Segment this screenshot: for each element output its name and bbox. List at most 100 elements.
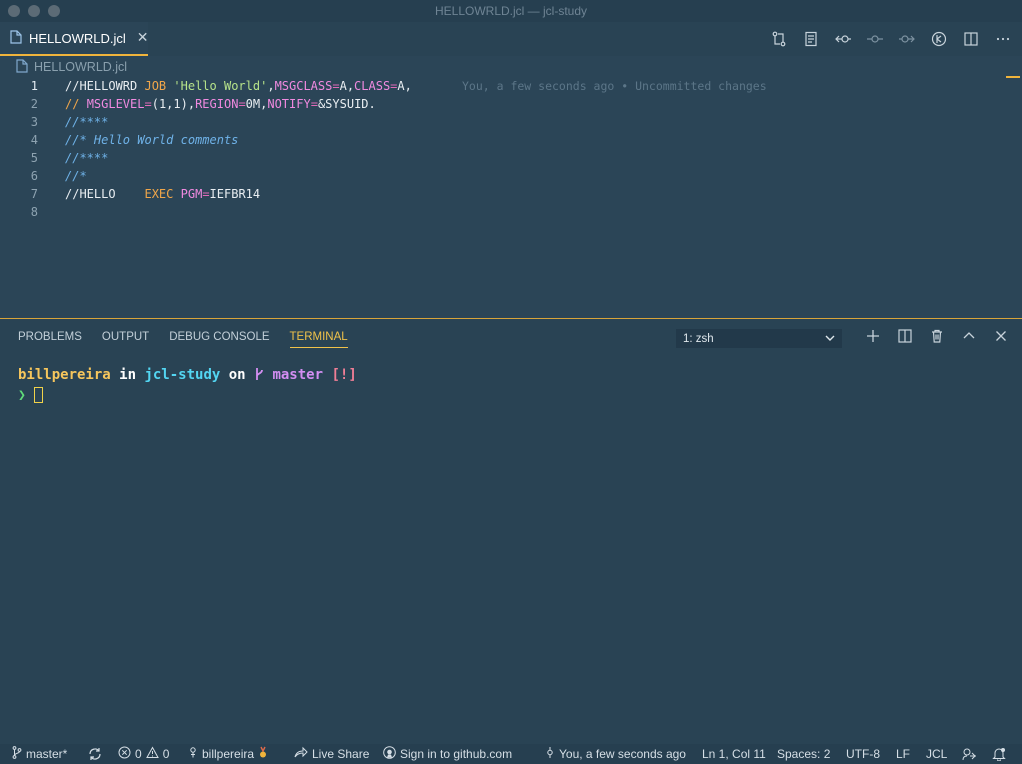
code-line[interactable]: 2// MSGLEVEL=(1,1),REGION=0M,NOTIFY=&SYS… [0,95,1022,113]
panel-actions [864,327,1010,345]
code-token: //HELLO [65,187,145,201]
breadcrumb[interactable]: HELLOWRLD.jcl [16,58,127,76]
panel-tab-problems[interactable]: PROBLEMS [18,331,82,348]
encoding-status[interactable]: UTF-8 [846,744,880,764]
commit-icon[interactable] [866,30,884,48]
code-token: = [332,79,340,93]
window-controls[interactable] [8,5,60,17]
status-branch[interactable]: master* [12,744,67,764]
line-number: 3 [30,115,38,129]
terminal-prompt-line[interactable]: billpereira in jcl-study on master [!] [18,367,357,383]
feedback-icon[interactable] [962,744,977,764]
terminal-on: on [220,367,255,383]
code-line[interactable]: 8 [0,203,1022,221]
live-share-label: Live Share [312,747,370,761]
code-line[interactable]: 6 //* [0,167,1022,185]
warning-icon [145,746,159,762]
code-token: 0M, [245,97,268,111]
account-name: billpereira [202,747,255,761]
close-panel-icon[interactable] [992,327,1010,345]
terminal-input-line[interactable]: ❯ [18,387,43,403]
sync-icon[interactable] [88,744,102,764]
status-branch-label: master* [26,747,68,761]
code-token: (1,1), [151,97,196,111]
code-token: A, [397,79,412,93]
code-token: //**** [65,115,109,129]
code-token: //* Hello World comments [65,133,239,147]
file-icon [10,29,22,48]
problems-status[interactable]: 0 0 [118,744,169,764]
code-line[interactable]: 5 //**** [0,149,1022,167]
editor-tab[interactable]: HELLOWRLD.jcl ✕ [0,22,149,56]
terminal-prompt-arrow: ❯ [18,387,26,403]
code-text: //HELLO EXEC PGM=IEFBR14 [65,187,260,201]
maximize-window-button[interactable] [48,5,60,17]
minimize-window-button[interactable] [28,5,40,17]
code-token: A, [339,79,355,93]
tab-label: HELLOWRLD.jcl [29,30,126,46]
status-bar: master* 0 0 billpereira Live Share Sign … [0,744,1022,764]
split-editor-icon[interactable] [962,30,980,48]
close-window-button[interactable] [8,5,20,17]
terminal-status: [!] [323,367,357,383]
code-token: //**** [65,151,109,165]
tab-bar: HELLOWRLD.jcl ✕ [0,22,1022,56]
account-status[interactable]: billpereira [188,744,268,764]
more-actions-icon[interactable] [994,30,1012,48]
language-status[interactable]: JCL [926,744,947,764]
code-editor[interactable]: 1//HELLOWRD JOB 'Hello World',MSGCLASS=A… [0,76,1022,318]
code-line[interactable]: 1//HELLOWRD JOB 'Hello World',MSGCLASS=A… [0,77,1022,95]
notifications-bell-icon[interactable] [992,744,1006,764]
code-token: &SYSUID. [317,97,376,111]
inline-blame: You, a few seconds ago • Uncommitted cha… [462,79,767,93]
error-icon [118,746,131,762]
bottom-panel: PROBLEMS OUTPUT DEBUG CONSOLE TERMINAL 1: z… [0,318,1022,744]
line-number: 6 [30,169,38,183]
new-terminal-icon[interactable] [864,327,882,345]
compare-changes-icon[interactable] [770,30,788,48]
next-revision-icon[interactable] [898,30,916,48]
eol-status[interactable]: LF [896,744,910,764]
code-token: //* [65,169,87,183]
terminal-select[interactable]: 1: zsh [676,329,842,348]
breadcrumb-file[interactable]: HELLOWRLD.jcl [34,60,127,74]
code-line[interactable]: 3 //**** [0,113,1022,131]
line-number: 8 [30,205,38,219]
terminal-in: in [110,367,145,383]
panel-tab-output[interactable]: OUTPUT [102,331,149,348]
previous-revision-icon[interactable] [834,30,852,48]
live-share-icon [294,746,308,762]
indentation-status[interactable]: Spaces: 2 [777,744,830,764]
code-text: //* [65,169,87,183]
panel-tab-terminal[interactable]: TERMINAL [289,331,348,348]
line-number: 5 [30,151,38,165]
code-token: // [65,97,80,111]
code-text: //HELLOWRD JOB 'Hello World',MSGCLASS=A,… [65,79,412,93]
chevron-up-icon[interactable] [960,327,978,345]
cursor-position[interactable]: Ln 1, Col 11 [702,744,766,764]
close-icon[interactable]: ✕ [137,30,149,46]
panel-tab-debug-console[interactable]: DEBUG CONSOLE [169,331,269,348]
github-signin-button[interactable]: Sign in to github.com [383,744,512,764]
chevron-down-icon [824,331,836,348]
code-token: REGION [195,97,239,111]
code-line[interactable]: 4 //* Hello World comments [0,131,1022,149]
code-text: //* Hello World comments [65,133,238,147]
github-label: Sign in to github.com [400,747,513,761]
window-title: HELLOWRLD.jcl — jcl-study [434,4,588,18]
code-token: , [267,79,275,93]
code-line[interactable]: 7 //HELLO EXEC PGM=IEFBR14 [0,185,1022,203]
open-preview-icon[interactable] [802,30,820,48]
git-lens-icon[interactable] [930,30,948,48]
file-icon [16,58,28,76]
line-number: 7 [30,187,38,201]
line-number: 4 [30,133,38,147]
terminal-user: billpereira [18,367,111,383]
split-terminal-icon[interactable] [896,327,914,345]
live-share-button[interactable]: Live Share [294,744,369,764]
code-token: //HELLOWRD [65,79,145,93]
blame-status[interactable]: You, a few seconds ago [545,744,686,764]
trash-icon[interactable] [928,327,946,345]
